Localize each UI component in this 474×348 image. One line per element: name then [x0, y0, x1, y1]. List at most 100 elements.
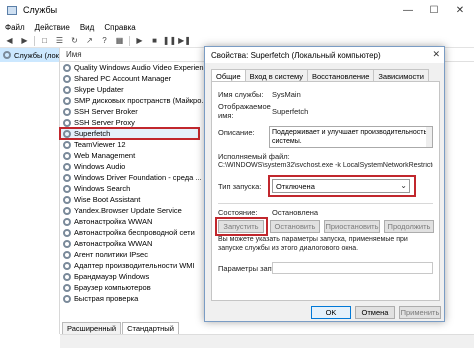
play-icon[interactable]: ▶	[134, 36, 145, 46]
apply-button[interactable]: Применить	[399, 306, 441, 319]
gear-icon	[63, 261, 71, 270]
startup-type-label: Тип запуска:	[218, 182, 262, 191]
gear-icon	[63, 85, 71, 94]
service-name: Автонастройка WWAN	[74, 239, 153, 248]
service-name: SSH Server Proxy	[74, 118, 135, 127]
gear-icon	[63, 294, 71, 303]
gear-icon	[3, 51, 11, 59]
general-tab-panel: Имя службы: SysMain Отображаемое имя: Su…	[211, 81, 440, 301]
tab-standard[interactable]: Стандартный	[122, 322, 179, 334]
cancel-button[interactable]: Отмена	[355, 306, 395, 319]
restart-icon[interactable]: ▶❚	[178, 36, 191, 46]
menu-action[interactable]: Действие	[35, 23, 70, 32]
description-scrollbar[interactable]	[426, 127, 432, 147]
service-name: Агент политики IPsec	[74, 250, 148, 259]
service-name: Быстрая проверка	[74, 294, 139, 303]
service-name: Yandex.Browser Update Service	[74, 206, 182, 215]
view-icon[interactable]: □	[39, 36, 50, 46]
exe-label: Исполняемый файл:	[218, 152, 290, 161]
service-name-value: SysMain	[272, 90, 301, 99]
gear-icon	[63, 173, 71, 182]
menu-help[interactable]: Справка	[104, 23, 135, 32]
tree-node-services[interactable]: Службы (лока	[0, 48, 59, 62]
service-name: Skype Updater	[74, 85, 124, 94]
dialog-title-bar: Свойства: Superfetch (Локальный компьюте…	[205, 47, 444, 63]
gear-icon	[63, 74, 71, 83]
gear-icon	[63, 63, 71, 72]
pause-button[interactable]: Приостановить	[324, 220, 380, 233]
continue-button[interactable]: Продолжить	[384, 220, 434, 233]
menu-bar: Файл Действие Вид Справка	[0, 20, 474, 34]
gear-icon	[63, 250, 71, 259]
forward-arrow-icon[interactable]: ▶	[19, 36, 30, 46]
gear-icon	[63, 184, 71, 193]
properties-icon[interactable]: ▦	[114, 36, 125, 46]
service-name: Автонастройка WWAN	[74, 217, 153, 226]
window-title: Службы	[23, 5, 58, 15]
service-name: Windows Search	[74, 184, 131, 193]
close-icon[interactable]: ✕	[432, 49, 440, 60]
menu-file[interactable]: Файл	[5, 23, 25, 32]
gear-icon	[63, 206, 71, 215]
service-name-label: Имя службы:	[218, 90, 264, 99]
export-icon[interactable]: ↗	[84, 36, 95, 46]
maximize-button[interactable]: ☐	[420, 0, 448, 20]
description-box[interactable]: Поддерживает и улучшает производительнос…	[269, 126, 433, 148]
view-tabs: Расширенный Стандартный	[60, 322, 474, 334]
gear-icon	[63, 107, 71, 116]
tab-extended[interactable]: Расширенный	[62, 322, 122, 334]
service-name: Wise Boot Assistant	[74, 195, 141, 204]
list-icon[interactable]: ☰	[54, 36, 65, 46]
service-name: SMP дисковых пространств (Майкро...	[74, 96, 208, 105]
console-tree: Службы (лока	[0, 48, 60, 334]
service-name: Web Management	[74, 151, 136, 160]
gear-icon	[63, 129, 71, 138]
gear-icon	[63, 140, 71, 149]
startup-params-input[interactable]	[272, 262, 433, 274]
display-name-label: Отображаемое имя:	[218, 102, 271, 120]
dialog-title: Свойства: Superfetch (Локальный компьюте…	[211, 50, 381, 60]
stop-button[interactable]: Остановить	[270, 220, 320, 233]
startup-params-note: Вы можете указать параметры запуска, при…	[218, 236, 408, 252]
minimize-button[interactable]: —	[394, 0, 422, 20]
description-text: Поддерживает и улучшает производительнос…	[272, 129, 428, 145]
service-name: Брандмауэр Windows	[74, 272, 150, 281]
service-row[interactable]: Superfetch	[59, 127, 200, 140]
refresh-icon[interactable]: ↻	[69, 36, 80, 46]
service-name: Windows Driver Foundation - среда ...	[74, 173, 202, 182]
back-arrow-icon[interactable]: ◀	[4, 36, 15, 46]
description-label: Описание:	[218, 128, 255, 137]
stop-icon[interactable]: ■	[149, 36, 160, 46]
service-name: Shared PC Account Manager	[74, 74, 172, 83]
gear-icon	[63, 118, 71, 127]
horizontal-scrollbar[interactable]	[60, 334, 474, 348]
service-name: Superfetch	[74, 129, 111, 138]
gear-icon	[63, 228, 71, 237]
service-name: SSH Server Broker	[74, 107, 138, 116]
services-app-icon	[7, 5, 17, 15]
gear-icon	[63, 151, 71, 160]
tree-node-label: Службы (лока	[14, 50, 59, 60]
service-name: Windows Audio	[74, 162, 126, 171]
toolbar-separator	[129, 35, 130, 46]
display-name-value: Superfetch	[272, 107, 309, 116]
gear-icon	[63, 272, 71, 281]
gear-icon	[63, 283, 71, 292]
state-label: Состояние:	[218, 208, 258, 217]
close-button[interactable]: ✕	[446, 0, 474, 20]
pause-icon[interactable]: ❚❚	[163, 36, 176, 46]
startup-highlight-box	[268, 175, 416, 197]
menu-view[interactable]: Вид	[80, 23, 94, 32]
gear-icon	[63, 217, 71, 226]
toolbar-separator	[34, 35, 35, 46]
help-icon[interactable]: ?	[99, 36, 110, 46]
exe-path: C:\WINDOWS\system32\svchost.exe -k Local…	[218, 162, 433, 169]
divider	[218, 203, 433, 204]
gear-icon	[63, 96, 71, 105]
gear-icon	[63, 162, 71, 171]
service-name: Браузер компьютеров	[74, 283, 151, 292]
service-name: TeamViewer 12	[74, 140, 126, 149]
start-highlight-box	[215, 217, 268, 236]
service-name: Автонастройка беспроводной сети	[74, 228, 195, 237]
ok-button[interactable]: OK	[311, 306, 351, 319]
